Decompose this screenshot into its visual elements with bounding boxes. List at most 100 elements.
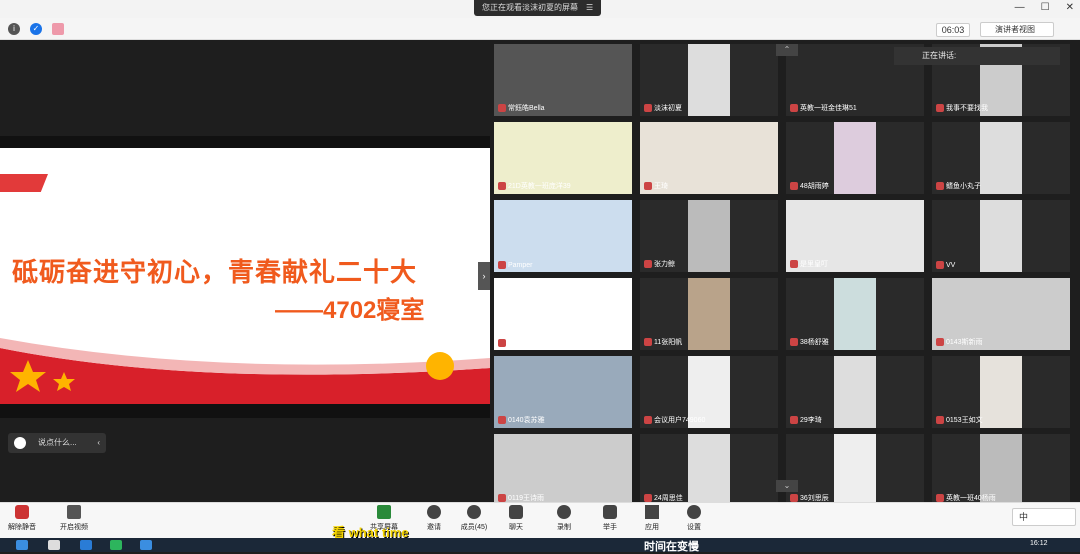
info-bar: i ✓ — [0, 18, 1080, 40]
mic-muted-icon — [644, 338, 652, 346]
share-menu-icon[interactable]: ☰ — [586, 0, 593, 16]
participant-video — [980, 200, 1022, 272]
mic-muted-icon — [936, 182, 944, 190]
participant-video — [834, 434, 876, 506]
hand-icon — [603, 505, 617, 519]
mic-muted-icon — [498, 182, 506, 190]
grid-scroll-down[interactable]: ⌄ — [776, 480, 798, 492]
participant-tile[interactable]: 29李琦 — [786, 356, 924, 428]
members-button[interactable]: 成员(45) — [454, 505, 494, 532]
participant-tile[interactable]: 王琦 — [640, 122, 778, 194]
participant-tile[interactable]: Pamper — [494, 200, 632, 272]
participant-video — [688, 44, 730, 116]
participant-tile[interactable]: 常鈺皓Bella — [494, 44, 632, 116]
participant-name: 鳍鱼小丸子 — [936, 181, 981, 191]
mic-muted-icon — [498, 261, 506, 269]
participant-tile[interactable]: VV — [932, 200, 1070, 272]
settings-button[interactable]: 设置 — [674, 505, 714, 532]
info-icon[interactable]: i — [8, 23, 20, 35]
mic-muted-icon — [644, 182, 652, 190]
unmute-button[interactable]: 解除静音 — [2, 505, 42, 532]
app-icon[interactable] — [80, 540, 92, 550]
apps-icon — [645, 505, 659, 519]
participant-tile[interactable]: 21D英教一班庞洋39 — [494, 122, 632, 194]
participant-name: 0143斯新雨 — [936, 337, 983, 347]
mic-muted-icon — [936, 261, 944, 269]
participant-name: 是里皇叮 — [790, 259, 828, 269]
participant-name: 张力鲸 — [644, 259, 675, 269]
chat-input-button[interactable]: 说点什么... ‹ — [8, 433, 106, 453]
participant-tile[interactable]: 淡沫初夏 — [640, 44, 778, 116]
os-taskbar — [0, 538, 1080, 552]
mic-muted-icon — [498, 494, 506, 502]
chat-icon — [509, 505, 523, 519]
participant-tile[interactable]: 是里皇叮 — [786, 200, 924, 272]
participant-tile[interactable]: 36刘思辰 — [786, 434, 924, 506]
participant-tile[interactable]: 鳍鱼小丸子 — [932, 122, 1070, 194]
participant-tile[interactable]: 0153王如文 — [932, 356, 1070, 428]
mic-muted-icon — [644, 494, 652, 502]
wechat-icon[interactable] — [110, 540, 122, 550]
participant-tile[interactable]: 38杨舒雅 — [786, 278, 924, 350]
camera-off-icon — [67, 505, 81, 519]
mic-muted-icon — [644, 104, 652, 112]
participant-name: 48胡雨婷 — [790, 181, 829, 191]
participant-video — [688, 200, 730, 272]
maximize-icon[interactable]: ☐ — [1041, 2, 1050, 13]
app-icon[interactable] — [140, 540, 152, 550]
participant-tile[interactable]: 英教一班40杨雨 — [932, 434, 1070, 506]
minimize-icon[interactable]: — — [1015, 2, 1025, 13]
participant-tile[interactable]: 0140袁苏雅 — [494, 356, 632, 428]
mic-off-icon — [15, 505, 29, 519]
chat-button[interactable]: 聊天 — [496, 505, 536, 532]
share-banner[interactable]: 您正在观看淡沫初夏的屏幕 ☰ — [474, 0, 602, 16]
panel-collapse-handle[interactable]: › — [478, 262, 490, 290]
emoji-icon[interactable] — [14, 437, 26, 449]
shield-icon[interactable]: ✓ — [30, 23, 42, 35]
system-clock: 16:12 — [1030, 540, 1048, 547]
participant-name: 21D英教一班庞洋39 — [498, 181, 571, 191]
slide-border-top — [0, 136, 490, 148]
members-icon — [467, 505, 481, 519]
participant-video — [980, 356, 1022, 428]
grid-scroll-up[interactable]: ⌃ — [776, 44, 798, 56]
participant-name: Laraine — [498, 339, 531, 347]
participant-tile[interactable]: 0143斯新雨 — [932, 278, 1070, 350]
mic-muted-icon — [498, 339, 506, 347]
window-controls: — ☐ ✕ — [1015, 2, 1074, 13]
participant-video — [834, 122, 876, 194]
speaking-indicator: 正在讲话: — [894, 47, 1060, 65]
participant-tile[interactable]: 会议用户749060 — [640, 356, 778, 428]
participant-tile[interactable]: Laraine — [494, 278, 632, 350]
mic-muted-icon — [936, 494, 944, 502]
raise-hand-button[interactable]: 举手 — [590, 505, 630, 532]
chevron-left-icon[interactable]: ‹ — [97, 433, 100, 453]
participant-tile[interactable]: 48胡雨婷 — [786, 122, 924, 194]
participant-tile[interactable]: 张力鲸 — [640, 200, 778, 272]
app-icon[interactable] — [48, 540, 60, 550]
participant-tile[interactable]: 11张阳帆 — [640, 278, 778, 350]
title-bar: 您正在观看淡沫初夏的屏幕 ☰ — ☐ ✕ — [0, 0, 1080, 18]
apps-button[interactable]: 应用 — [632, 505, 672, 532]
record-icon — [557, 505, 571, 519]
ime-indicator[interactable]: 中 — [1012, 508, 1076, 526]
start-icon[interactable] — [16, 540, 28, 550]
invite-button[interactable]: 邀请 — [414, 505, 454, 532]
signal-icon[interactable] — [52, 23, 64, 35]
mic-muted-icon — [790, 104, 798, 112]
participant-name: 英教一班金佳琳51 — [790, 103, 857, 113]
participant-name: 0153王如文 — [936, 415, 983, 425]
mic-muted-icon — [498, 104, 506, 112]
participant-video — [688, 278, 730, 350]
participant-tile[interactable]: 24周思佳 — [640, 434, 778, 506]
meeting-timer: 06:03 — [936, 23, 970, 37]
slide-ribbon — [0, 174, 48, 192]
chat-placeholder: 说点什么... — [38, 438, 77, 447]
participant-tile[interactable]: 0119王诗雨 — [494, 434, 632, 506]
start-video-button[interactable]: 开启视频 — [54, 505, 94, 532]
close-icon[interactable]: ✕ — [1066, 2, 1074, 13]
record-button[interactable]: 录制 — [544, 505, 584, 532]
participant-name: 29李琦 — [790, 415, 822, 425]
participant-name: 会议用户749060 — [644, 415, 705, 425]
view-mode-dropdown[interactable]: 演讲者视图 — [980, 22, 1054, 37]
